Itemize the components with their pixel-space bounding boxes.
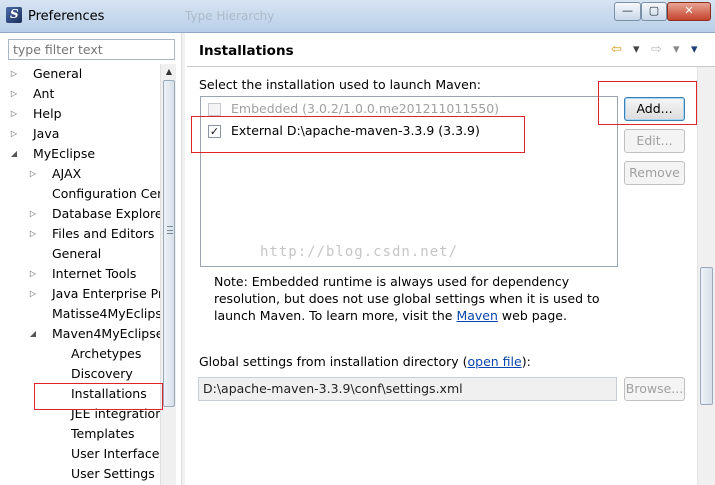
page-scrollbar[interactable] [697,67,715,485]
tree-item-myeclipse-general[interactable]: General [27,244,160,264]
forward-arrow-icon[interactable]: ⇨ [651,41,662,59]
view-menu-icon[interactable]: ▾ [691,41,698,59]
myeclipse-app-icon [6,7,22,23]
tree-item-label: Matisse4MyEclipse [52,306,160,321]
expand-arrow-icon[interactable]: ▷ [8,104,20,124]
tree-item-label: Files and Editors [52,226,155,241]
tree-item-user-settings[interactable]: User Settings [71,464,160,484]
tree-item-label: JEE integration [71,406,160,421]
watermark: http://blog.csdn.net/ [260,244,459,260]
select-installation-label: Select the installation used to launch M… [199,77,481,92]
close-button[interactable]: ✕ [667,2,711,21]
tree-item-java[interactable]: ▷ Java [8,124,160,144]
tree-item-label: General [33,66,83,81]
minimize-button[interactable]: — [614,2,641,21]
forward-menu-icon[interactable]: ▾ [673,41,680,59]
open-file-link[interactable]: open file [468,354,522,369]
header-divider [187,66,715,67]
global-settings-text-end: ): [521,354,531,369]
remove-button[interactable]: Remove [624,161,685,185]
installation-label: Embedded (3.0.2/1.0.0.me201211011550) [231,101,500,116]
add-button[interactable]: Add... [624,97,685,121]
tree-item-discovery[interactable]: Discovery [71,364,160,384]
expand-arrow-icon[interactable]: ▷ [27,164,39,184]
tree-item-installations[interactable]: Installations [71,384,160,404]
global-settings-label: Global settings from installation direct… [199,354,531,369]
preference-tree: ▷ General ▷ Ant ▷ Help ▷ Java ◢ MyEclips… [8,64,160,485]
back-arrow-icon[interactable]: ⇦ [611,41,622,59]
tree-item-label: Templates [71,426,135,441]
tree-item-configuration-center[interactable]: Configuration Cen [27,184,160,204]
tree-item-database-explorer[interactable]: ▷ Database Explorer [27,204,160,224]
tree-item-help[interactable]: ▷ Help [8,104,160,124]
tree-item-label: Maven4MyEclipse [52,326,160,341]
tree-item-jee-integration[interactable]: JEE integration [71,404,160,424]
tree-item-label: Help [33,106,62,121]
title-bar: Preferences Type Hierarchy — ▢ ✕ [0,0,715,33]
tree-item-label: Java [33,126,60,141]
expand-arrow-icon[interactable]: ▷ [8,64,20,84]
tree-item-label: User Settings [71,466,155,481]
expand-arrow-icon[interactable]: ▷ [8,124,20,144]
embedded-runtime-note: Note: Embedded runtime is always used fo… [214,273,624,324]
tree-item-general[interactable]: ▷ General [8,64,160,84]
tree-item-label: General [52,246,102,261]
tree-item-label: Java Enterprise Pr [52,286,160,301]
expand-arrow-icon[interactable]: ▷ [27,204,39,224]
tree-item-label: Internet Tools [52,266,137,281]
installation-checkbox[interactable] [208,103,221,116]
grip-icon [167,226,173,234]
tree-item-label: Archetypes [71,346,142,361]
tree-item-ajax[interactable]: ▷ AJAX [27,164,160,184]
expand-arrow-icon[interactable]: ▷ [27,224,39,244]
tree-item-maven4myeclipse[interactable]: ◢ Maven4MyEclipse [27,324,160,344]
browse-button[interactable]: Browse... [624,377,685,401]
maven-web-page-link[interactable]: Maven [456,308,497,323]
expand-arrow-icon[interactable]: ▷ [27,264,39,284]
tree-item-label: Installations [71,384,147,404]
collapse-arrow-icon[interactable]: ◢ [27,324,39,344]
edit-button[interactable]: Edit... [624,129,685,153]
global-settings-text: Global settings from installation direct… [199,354,468,369]
scrollbar-thumb[interactable] [163,80,175,407]
window-title: Preferences [28,9,105,24]
tree-item-label: User Interface [71,446,160,461]
filter-input-box[interactable] [8,39,175,60]
pane-divider[interactable] [181,33,185,485]
tree-item-internet-tools[interactable]: ▷ Internet Tools [27,264,160,284]
installation-checkbox[interactable]: ✓ [208,125,221,138]
background-window-title: Type Hierarchy [185,9,275,23]
tree-item-label: Configuration Cen [52,186,160,201]
tree-item-templates[interactable]: Templates [71,424,160,444]
global-settings-path-field: D:\apache-maven-3.3.9\conf\settings.xml [198,377,617,401]
tree-item-matisse4myeclipse[interactable]: Matisse4MyEclipse [27,304,160,324]
tree-item-user-interface[interactable]: User Interface [71,444,160,464]
collapse-arrow-icon[interactable]: ◢ [8,144,20,164]
tree-item-label: MyEclipse [33,146,96,161]
installation-label: External D:\apache-maven-3.3.9 (3.3.9) [231,123,480,138]
tree-item-archetypes[interactable]: Archetypes [71,344,160,364]
expand-arrow-icon[interactable]: ▷ [27,284,39,304]
installations-list[interactable]: Embedded (3.0.2/1.0.0.me201211011550) ✓ … [200,96,618,267]
tree-item-label: Ant [33,86,55,101]
tree-item-label: Discovery [71,366,133,381]
maximize-button[interactable]: ▢ [641,2,667,21]
filter-input[interactable] [9,40,174,59]
expand-arrow-icon[interactable]: ▷ [8,84,20,104]
tree-item-java-enterprise[interactable]: ▷ Java Enterprise Pr [27,284,160,304]
tree-item-ant[interactable]: ▷ Ant [8,84,160,104]
tree-item-label: AJAX [52,166,82,181]
tree-item-myeclipse[interactable]: ◢ MyEclipse [8,144,160,164]
page-title: Installations [199,43,294,59]
back-menu-icon[interactable]: ▾ [633,41,640,59]
scrollbar-thumb[interactable] [700,267,713,405]
tree-item-files-and-editors[interactable]: ▷ Files and Editors [27,224,160,244]
tree-item-label: Database Explorer [52,206,160,221]
note-text-end: web page. [497,308,567,323]
tree-scrollbar[interactable]: ▲ [160,64,176,485]
scroll-up-icon[interactable]: ▲ [161,64,177,79]
